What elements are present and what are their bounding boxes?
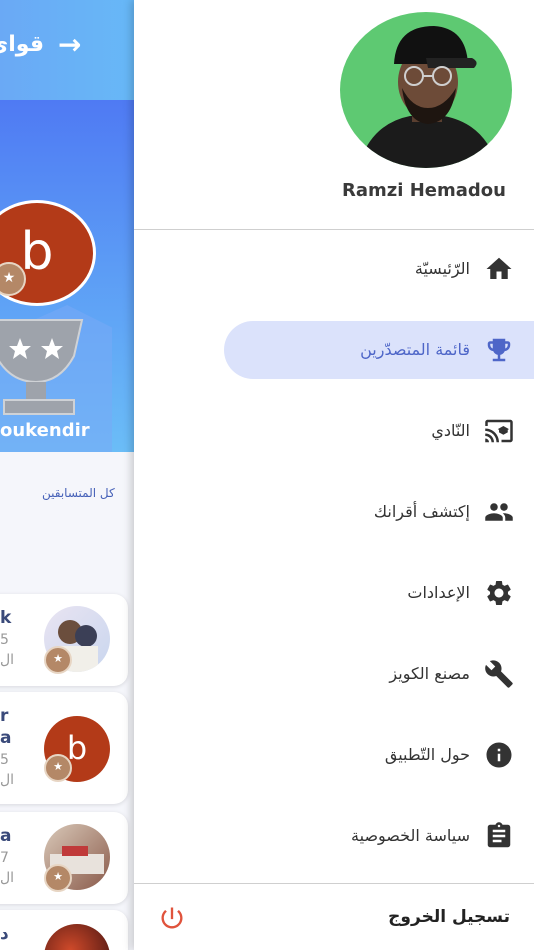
logout-label: تسجيل الخروج bbox=[388, 907, 510, 927]
menu-item-label: قائمة المتصدّرين bbox=[360, 340, 470, 359]
menu-item-label: الإعدادات bbox=[407, 583, 470, 602]
menu-item-club[interactable]: النّادي bbox=[224, 402, 534, 460]
power-icon bbox=[161, 907, 183, 929]
profile-name: Ramzi Hemadou bbox=[342, 180, 506, 201]
wrench-icon bbox=[485, 660, 513, 688]
menu-item-label: النّادي bbox=[431, 421, 470, 440]
menu-item-label: الرّئيسيّة bbox=[414, 259, 470, 278]
divider bbox=[134, 229, 534, 230]
drawer-scrim[interactable] bbox=[0, 0, 134, 950]
menu-item-label: مصنع الكويز bbox=[389, 664, 470, 683]
info-icon bbox=[486, 742, 512, 768]
menu-item-label: إكتشف أقرانك bbox=[373, 502, 470, 521]
cast-education-icon bbox=[485, 419, 513, 443]
navigation-drawer: Ramzi Hemadou الرّئيسيّة قائمة المتصدّري… bbox=[134, 0, 534, 950]
menu-item-quiz-factory[interactable]: مصنع الكويز bbox=[224, 645, 534, 703]
home-icon bbox=[486, 257, 512, 279]
menu-item-home[interactable]: الرّئيسيّة bbox=[224, 240, 534, 298]
gear-icon bbox=[487, 581, 511, 605]
menu-item-label: سياسة الخصوصية bbox=[351, 826, 470, 845]
menu-item-about-app[interactable]: حول التّطبيق bbox=[224, 726, 534, 784]
clipboard-icon bbox=[487, 822, 511, 848]
menu-item-label: حول التّطبيق bbox=[384, 745, 470, 764]
menu-item-discover-peers[interactable]: إكتشف أقرانك bbox=[224, 483, 534, 541]
menu-item-settings[interactable]: الإعدادات bbox=[224, 564, 534, 622]
menu-item-leaderboard[interactable]: قائمة المتصدّرين bbox=[224, 321, 534, 379]
people-icon bbox=[485, 503, 513, 521]
logout-button[interactable]: تسجيل الخروج bbox=[134, 884, 534, 950]
profile-avatar[interactable] bbox=[340, 12, 512, 168]
menu-item-privacy-policy[interactable]: سياسة الخصوصية bbox=[224, 807, 534, 865]
trophy-icon bbox=[487, 338, 511, 362]
